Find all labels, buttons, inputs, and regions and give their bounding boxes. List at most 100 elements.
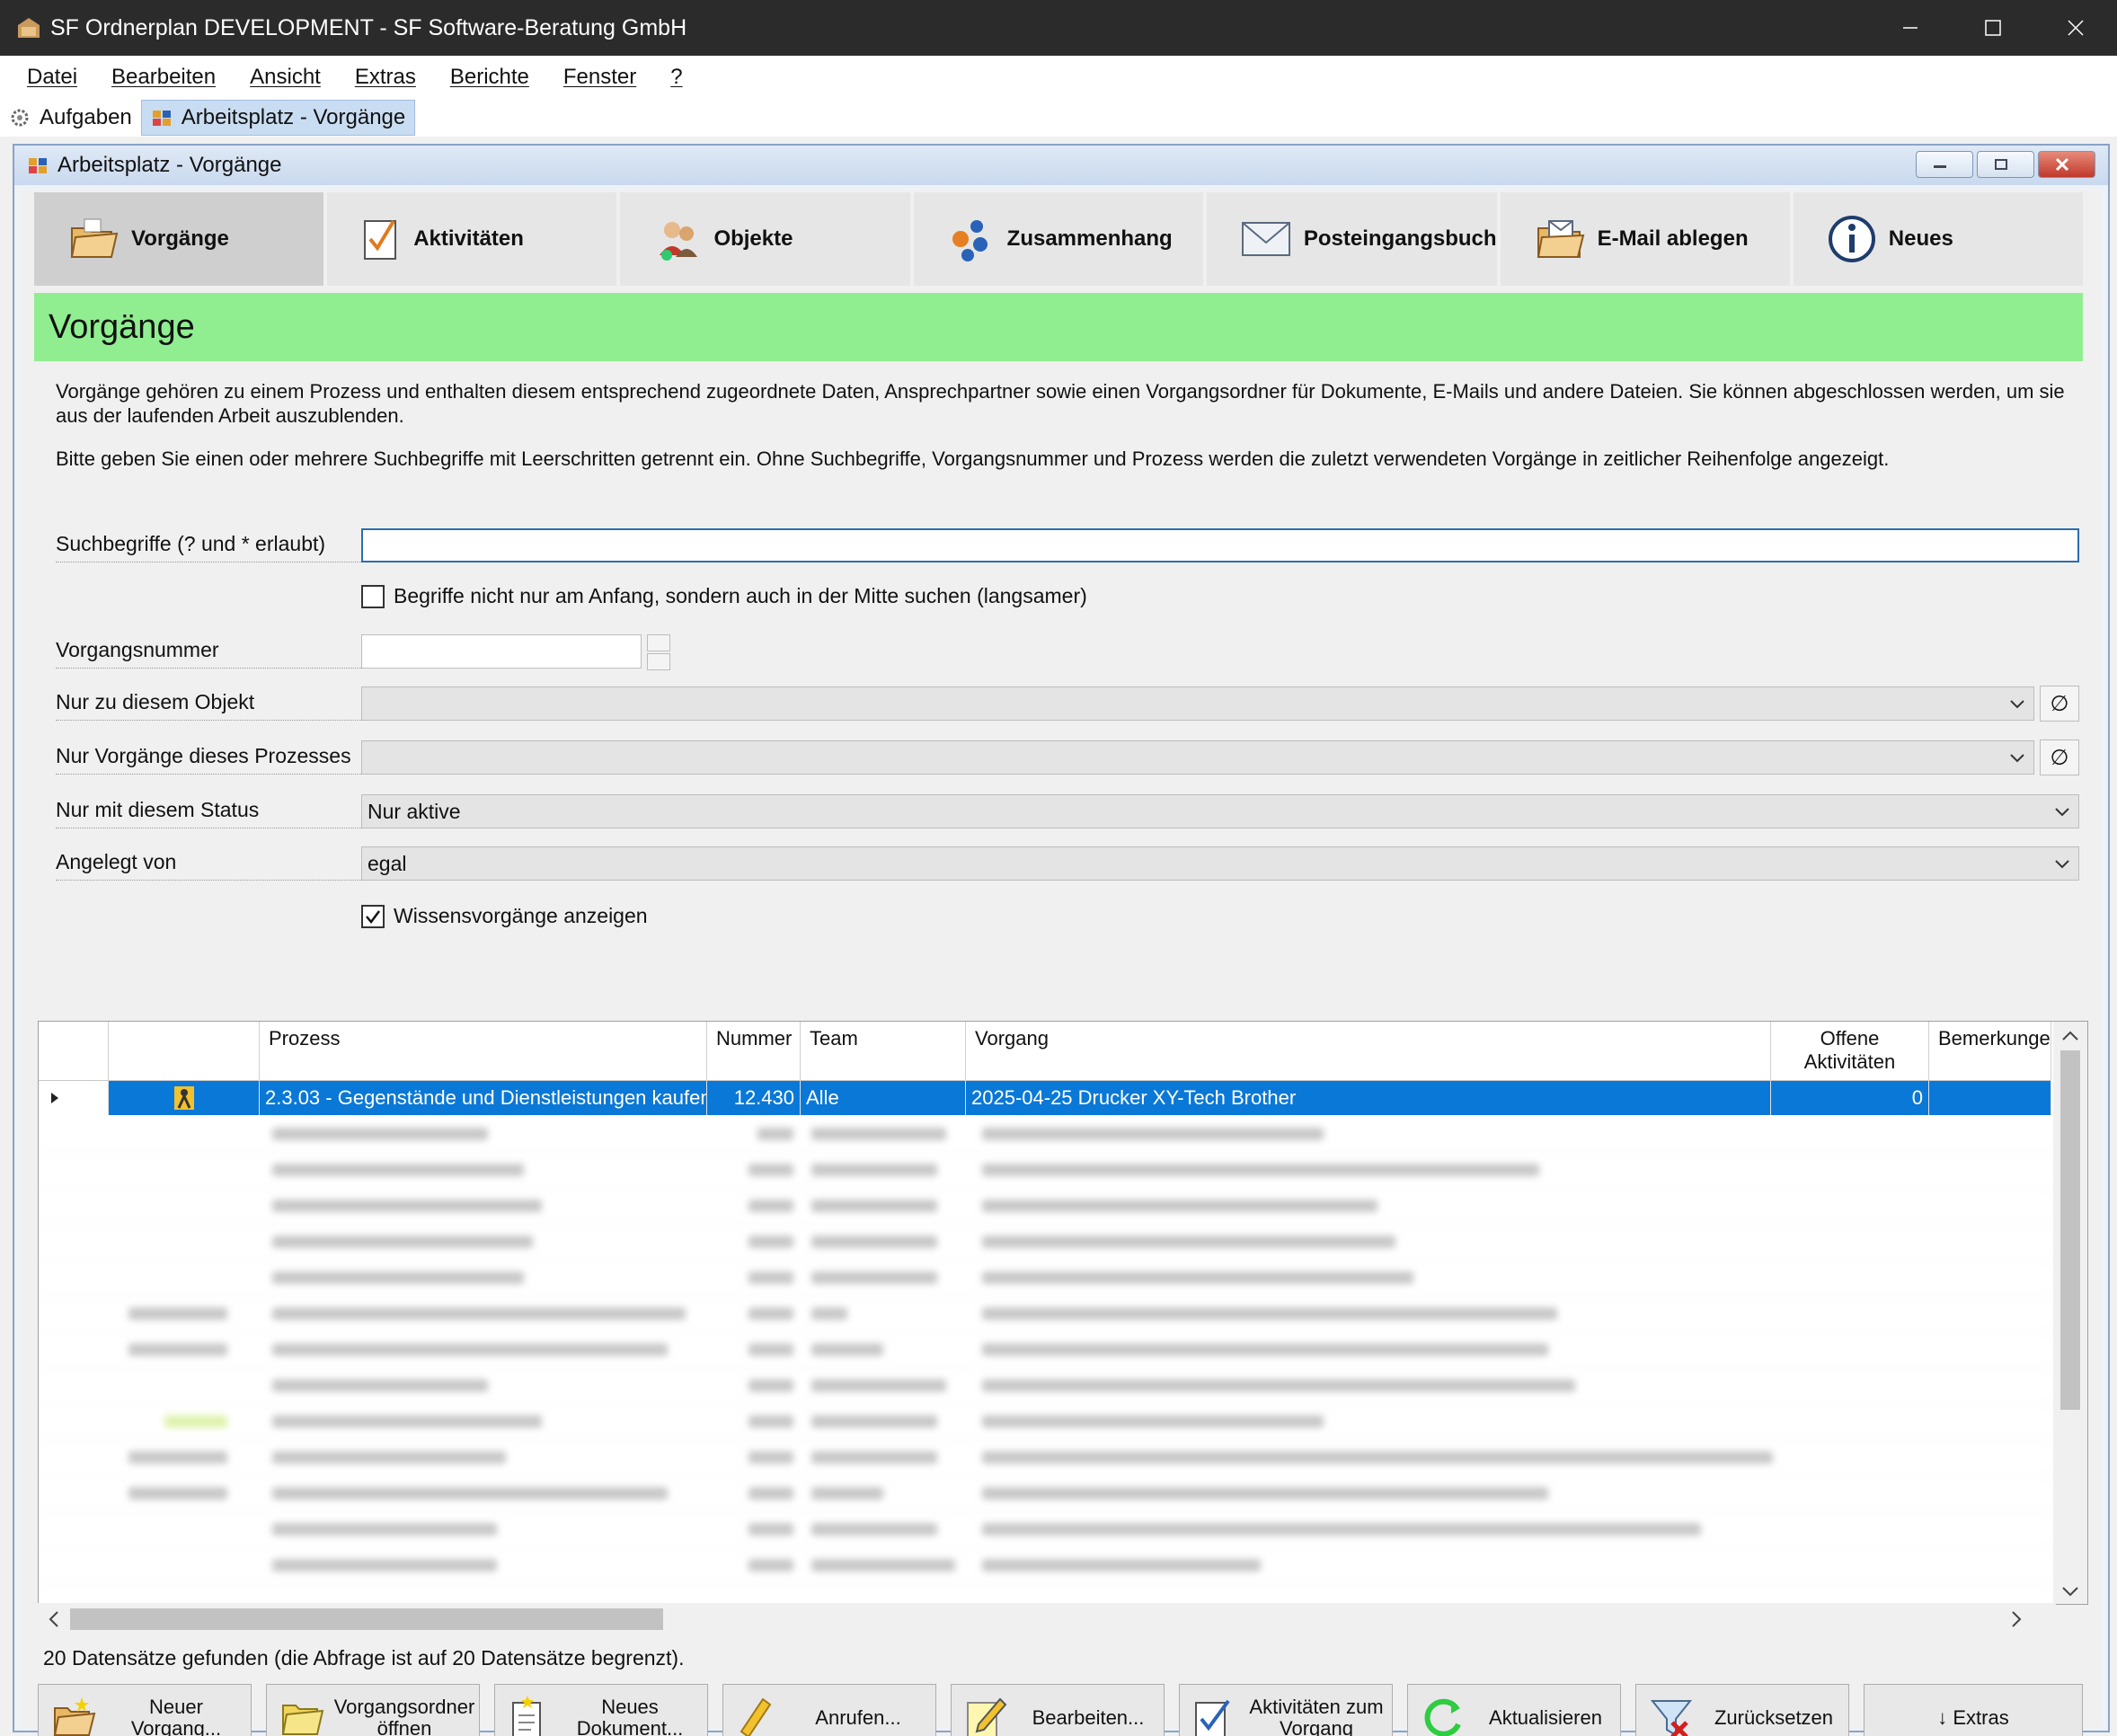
- results-grid: Prozess Nummer Team Vorgang Offene Aktiv…: [38, 1021, 2088, 1605]
- object-select[interactable]: [361, 686, 2034, 721]
- mdi-titlebar: Arbeitsplatz - Vorgänge: [14, 146, 2108, 185]
- nav-tab-neues-label: Neues: [1888, 226, 1953, 251]
- column-header-bemerkungen[interactable]: Bemerkunge: [1929, 1022, 2051, 1081]
- mdi-minimize-button[interactable]: [1916, 151, 1973, 178]
- number-input[interactable]: [361, 634, 642, 669]
- table-row[interactable]: [39, 1512, 2051, 1548]
- table-row[interactable]: [39, 1153, 2051, 1189]
- scroll-up-icon[interactable]: [2061, 1029, 2079, 1041]
- minimize-button[interactable]: [1869, 0, 1952, 56]
- number-label: Vorgangsnummer: [56, 638, 370, 669]
- horizontal-scroll-thumb[interactable]: [70, 1608, 663, 1630]
- tab-aufgaben-label: Aufgaben: [40, 105, 132, 129]
- tab-aufgaben[interactable]: Aufgaben: [0, 100, 141, 136]
- status-select[interactable]: Nur aktive: [361, 794, 2079, 828]
- activities-button[interactable]: Aktivitäten zum Vorgang: [1179, 1684, 1393, 1736]
- restore-icon: [1995, 159, 2007, 170]
- mdi-close-button[interactable]: [2038, 151, 2095, 178]
- table-row[interactable]: [39, 1117, 2051, 1153]
- new-vorgang-button[interactable]: Neuer Vorgang...: [38, 1684, 252, 1736]
- horizontal-scrollbar[interactable]: [38, 1603, 2056, 1635]
- stepper-up-button[interactable]: [647, 634, 670, 651]
- table-row[interactable]: [39, 1548, 2051, 1584]
- menu-berichte[interactable]: Berichte: [450, 65, 529, 90]
- process-icon-cell: [109, 1081, 260, 1115]
- scroll-down-icon[interactable]: [2061, 1586, 2079, 1599]
- search-input[interactable]: [361, 528, 2079, 562]
- open-folder-button[interactable]: Vorgangsordner öffnen: [266, 1684, 480, 1736]
- nav-tab-neues[interactable]: Neues: [1793, 192, 2083, 286]
- row-pointer-icon: [51, 1093, 58, 1103]
- minimize-icon: [1934, 165, 1946, 168]
- table-row[interactable]: 2.3.03 - Gegenstände und Dienstleistunge…: [39, 1081, 2051, 1115]
- refresh-button[interactable]: Aktualisieren: [1407, 1684, 1621, 1736]
- created-by-value: egal: [368, 851, 407, 875]
- menu-datei[interactable]: Datei: [27, 65, 77, 90]
- column-header-offene[interactable]: Offene Aktivitäten: [1771, 1022, 1929, 1081]
- new-document-button[interactable]: Neues Dokument...: [494, 1684, 708, 1736]
- tab-arbeitsplatz-label: Arbeitsplatz - Vorgänge: [181, 105, 406, 129]
- chevron-down-icon: [2055, 808, 2069, 817]
- tab-arbeitsplatz[interactable]: Arbeitsplatz - Vorgänge: [140, 100, 416, 136]
- table-row[interactable]: [39, 1440, 2051, 1476]
- process-select[interactable]: [361, 740, 2034, 775]
- blurred-rows: [39, 1117, 2051, 1602]
- cell-vorgang: 2025-04-25 Drucker XY-Tech Brother: [966, 1081, 1771, 1115]
- nav-tab-zusammenhang[interactable]: Zusammenhang: [913, 192, 1203, 286]
- menu-help[interactable]: ?: [670, 65, 682, 90]
- table-row[interactable]: [39, 1404, 2051, 1440]
- scroll-left-icon[interactable]: [47, 1610, 59, 1628]
- nav-tab-aktivitaeten[interactable]: Aktivitäten: [327, 192, 617, 286]
- checkbox-box[interactable]: [361, 904, 385, 928]
- vertical-scrollbar[interactable]: [2053, 1022, 2087, 1604]
- table-row[interactable]: [39, 1476, 2051, 1512]
- close-button[interactable]: [2034, 0, 2117, 56]
- number-stepper[interactable]: [647, 634, 670, 670]
- scroll-right-icon[interactable]: [2011, 1610, 2024, 1628]
- created-by-select[interactable]: egal: [361, 846, 2079, 881]
- column-header-vorgang[interactable]: Vorgang: [966, 1022, 1771, 1081]
- column-header-team[interactable]: Team: [801, 1022, 966, 1081]
- checkbox-box[interactable]: [361, 584, 385, 608]
- table-row[interactable]: [39, 1261, 2051, 1297]
- open-folder-label: Vorgangsordner öffnen: [333, 1696, 475, 1736]
- nav-tab-email-ablegen[interactable]: E-Mail ablegen: [1500, 192, 1790, 286]
- info-icon: [1828, 216, 1875, 262]
- table-row[interactable]: [39, 1333, 2051, 1368]
- clear-icon: ∅: [2050, 745, 2069, 770]
- column-header-nummer[interactable]: Nummer: [707, 1022, 801, 1081]
- row-selector[interactable]: [39, 1081, 109, 1115]
- middle-search-checkbox[interactable]: Begriffe nicht nur am Anfang, sondern au…: [361, 584, 1087, 608]
- knowledge-label: Wissensvorgänge anzeigen: [394, 904, 648, 927]
- edit-button[interactable]: Bearbeiten...: [951, 1684, 1165, 1736]
- table-row[interactable]: [39, 1225, 2051, 1261]
- knowledge-checkbox[interactable]: Wissensvorgänge anzeigen: [361, 904, 648, 928]
- process-clear-button[interactable]: ∅: [2040, 740, 2079, 775]
- menu-fenster[interactable]: Fenster: [563, 65, 636, 90]
- nav-tab-objekte[interactable]: Objekte: [620, 192, 910, 286]
- nav-tab-posteingangsbuch[interactable]: Posteingangsbuch: [1206, 192, 1497, 286]
- vertical-scroll-thumb[interactable]: [2060, 1050, 2080, 1410]
- column-header-prozess[interactable]: Prozess: [260, 1022, 707, 1081]
- chevron-down-icon: [2010, 700, 2024, 709]
- refresh-label: Aktualisieren: [1489, 1706, 1602, 1729]
- mdi-restore-button[interactable]: [1977, 151, 2034, 178]
- workplace-icon: [152, 111, 171, 126]
- menu-ansicht[interactable]: Ansicht: [250, 65, 321, 90]
- table-row[interactable]: [39, 1297, 2051, 1333]
- maximize-button[interactable]: [1952, 0, 2034, 56]
- nav-tab-vorgaenge[interactable]: Vorgänge: [34, 192, 324, 286]
- table-row[interactable]: [39, 1368, 2051, 1404]
- call-button[interactable]: Anrufen...: [722, 1684, 936, 1736]
- status-label: Nur mit diesem Status: [56, 798, 370, 828]
- extras-button[interactable]: ↓ Extras: [1864, 1684, 2083, 1736]
- nav-tab-aktivitaeten-label: Aktivitäten: [413, 226, 524, 251]
- menu-extras[interactable]: Extras: [355, 65, 416, 90]
- stepper-down-button[interactable]: [647, 653, 670, 670]
- clear-icon: ∅: [2050, 691, 2069, 716]
- minimize-icon: [1903, 27, 1918, 29]
- object-clear-button[interactable]: ∅: [2040, 686, 2079, 722]
- reset-button[interactable]: Zurücksetzen: [1635, 1684, 1849, 1736]
- table-row[interactable]: [39, 1189, 2051, 1225]
- menu-bearbeiten[interactable]: Bearbeiten: [111, 65, 216, 90]
